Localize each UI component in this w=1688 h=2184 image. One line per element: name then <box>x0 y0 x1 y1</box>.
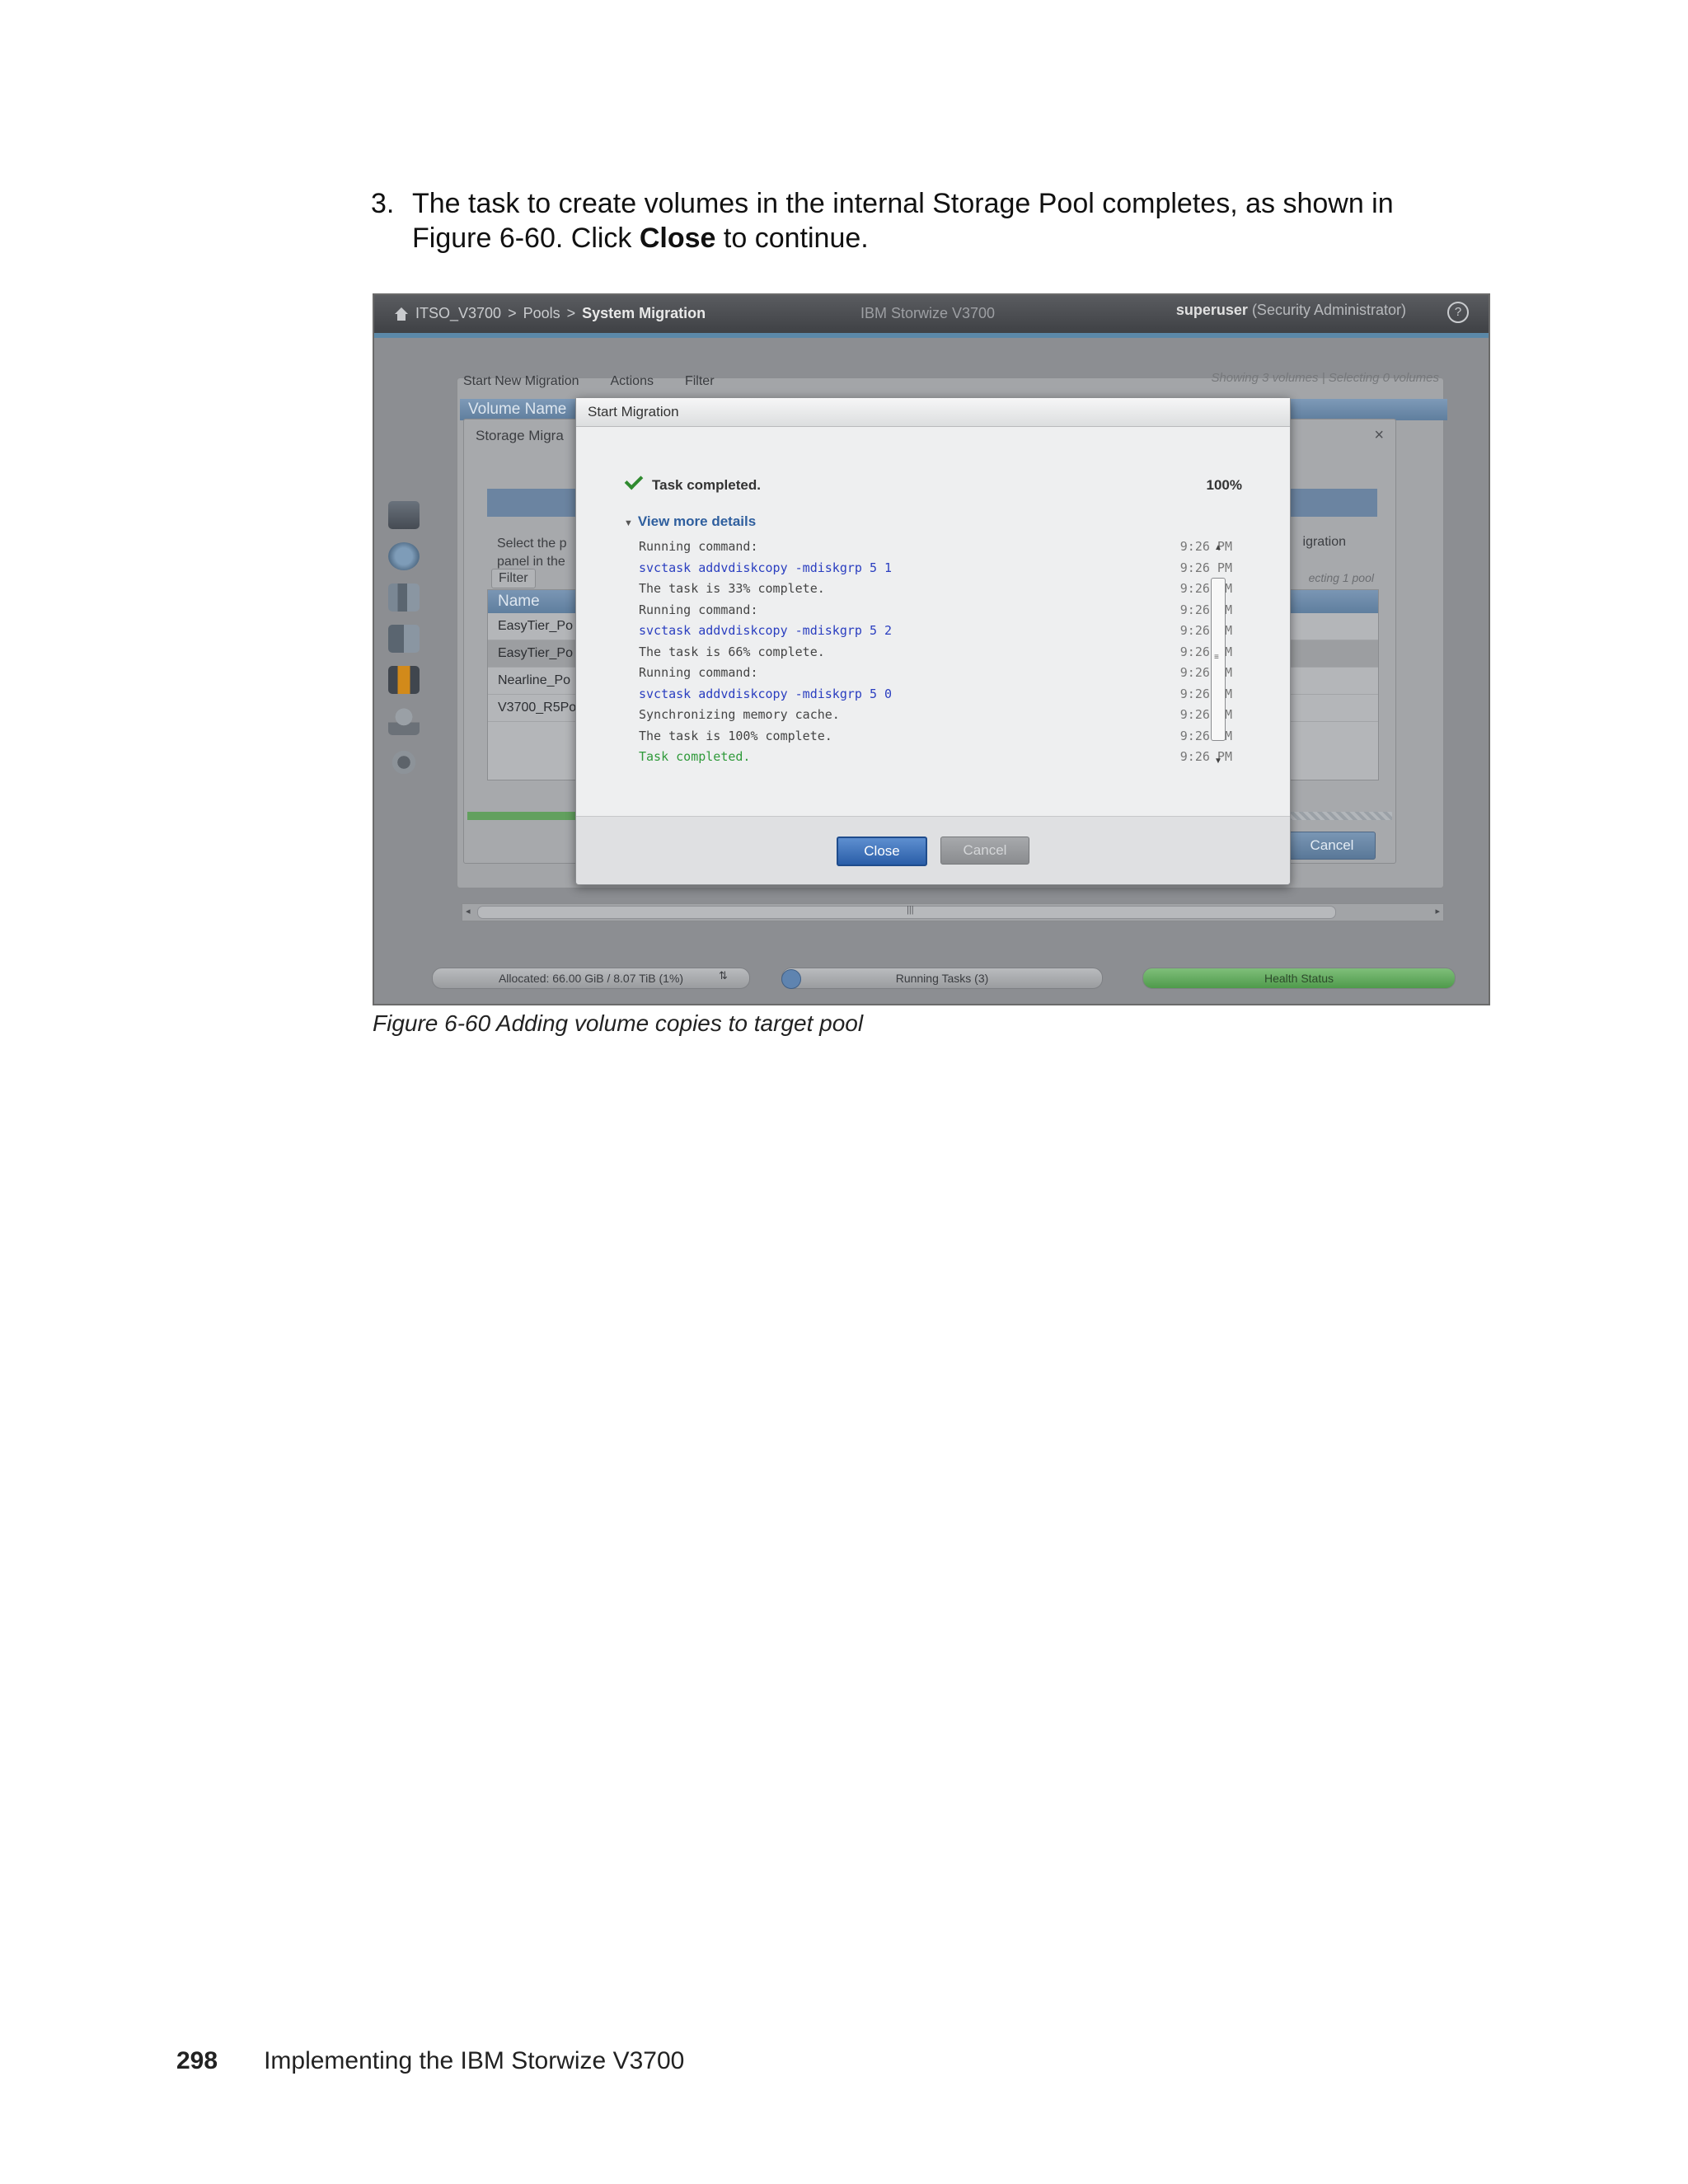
step-text: The task to create volumes in the intern… <box>412 186 1409 255</box>
product-name: IBM Storwize V3700 <box>860 305 996 321</box>
wizard-cancel-button[interactable]: Cancel <box>1288 832 1376 860</box>
pools-icon[interactable] <box>388 542 420 570</box>
health-status[interactable]: Health Status <box>1142 968 1456 989</box>
dialog-title: Start Migration <box>576 398 1290 427</box>
swap-arrows-icon[interactable]: ⇅ <box>719 969 728 982</box>
log-line: The task is 33% complete. 9:26 PM <box>639 579 1232 600</box>
home-icon[interactable] <box>394 307 409 321</box>
cancel-button[interactable]: Cancel <box>940 837 1029 865</box>
step-text-before: The task to create volumes in the intern… <box>412 188 1394 254</box>
log-message: svctask addvdiskcopy -mdiskgrp 5 2 <box>639 623 893 638</box>
running-tasks-status[interactable]: Running Tasks (3) <box>781 968 1103 989</box>
log-line: The task is 100% complete. 9:26 PM <box>639 726 1232 748</box>
close-button[interactable]: Close <box>837 837 927 866</box>
horizontal-scrollbar[interactable]: ◂ ||| ▸ <box>462 903 1444 921</box>
log-message: The task is 33% complete. <box>639 581 825 596</box>
log-line: svctask addvdiskcopy -mdiskgrp 5 2 9:26 P… <box>639 621 1232 642</box>
help-icon[interactable]: ? <box>1447 302 1469 323</box>
figure-caption: Figure 6-60 Adding volume copies to targ… <box>373 1010 864 1036</box>
breadcrumb-separator: > <box>566 305 576 321</box>
breadcrumb-current: System Migration <box>582 305 706 321</box>
volumes-icon[interactable] <box>388 583 420 612</box>
details-toggle-label: View more details <box>637 513 757 529</box>
user-role: (Security Administrator) <box>1251 302 1406 318</box>
grip-icon: ||| <box>907 905 914 915</box>
log-message: Running command: <box>639 665 758 680</box>
copy-services-icon[interactable] <box>388 666 420 694</box>
pool-selection-status: ecting 1 pool <box>1308 571 1374 584</box>
book-title: Implementing the IBM Storwize V3700 <box>264 2047 685 2074</box>
log-scroll-thumb[interactable]: ≡ <box>1211 578 1226 741</box>
step-text-after: to continue. <box>715 223 869 254</box>
breadcrumb-system[interactable]: ITSO_V3700 <box>415 305 501 322</box>
scroll-down-icon[interactable]: ▼ <box>1214 757 1222 766</box>
pool-filter-button[interactable]: Filter <box>491 569 536 588</box>
grip-icon: ≡ <box>1214 653 1219 662</box>
scroll-right-icon[interactable]: ▸ <box>1435 906 1440 916</box>
filter-button[interactable]: Filter <box>678 371 721 394</box>
log-line: Running command: 9:26 PM <box>639 663 1232 684</box>
log-line: Running command: 9:26 PM <box>639 537 1232 558</box>
log-scrollbar[interactable]: ▲ ≡ ▼ <box>1211 543 1226 766</box>
log-message: Running command: <box>639 602 758 617</box>
log-message: Synchronizing memory cache. <box>639 707 840 722</box>
log-message: svctask addvdiskcopy -mdiskgrp 5 0 <box>639 686 893 701</box>
allocated-status[interactable]: Allocated: 66.00 GiB / 8.07 TiB (1%) <box>432 968 750 989</box>
task-percent: 100% <box>1206 477 1242 493</box>
figure-screenshot: ITSO_V3700 > Pools > System Migration IB… <box>373 293 1490 1005</box>
actions-menu[interactable]: Actions <box>604 371 660 394</box>
step-emphasis: Close <box>639 223 716 254</box>
task-status: Task completed. <box>652 477 761 493</box>
log-line: Running command: 9:26 PM <box>639 600 1232 621</box>
monitoring-icon[interactable] <box>388 501 420 529</box>
triangle-down-icon: ▼ <box>624 518 633 528</box>
start-new-migration-button[interactable]: Start New Migration <box>457 371 586 394</box>
log-line: svctask addvdiskcopy -mdiskgrp 5 1 9:26 P… <box>639 558 1232 579</box>
storage-migration-title: Storage Migra <box>476 428 564 443</box>
scroll-thumb[interactable]: ||| <box>477 905 1336 919</box>
close-icon[interactable]: × <box>1374 426 1384 445</box>
select-instruction: Select the p panel in the <box>497 535 567 571</box>
checkmark-icon <box>624 471 644 490</box>
step-instruction: 3. The task to create volumes in the int… <box>371 186 1409 255</box>
page-footer: 298 Implementing the IBM Storwize V3700 <box>176 2047 684 2075</box>
user-name: superuser <box>1175 302 1248 318</box>
log-message: The task is 66% complete. <box>639 644 825 659</box>
breadcrumb-separator: > <box>508 305 517 321</box>
access-lock-icon[interactable] <box>388 707 420 735</box>
top-bar: ITSO_V3700 > Pools > System Migration IB… <box>374 295 1489 338</box>
command-log: Running command: 9:26 PM svctask addvdiskc… <box>639 537 1232 768</box>
start-migration-dialog: Start Migration Task completed. 100% ▼ Vi… <box>575 397 1291 885</box>
log-message: Running command: <box>639 539 758 554</box>
refresh-icon <box>781 969 801 989</box>
sidebar-nav <box>382 501 425 790</box>
select-instruction-line: Select the p <box>497 537 567 551</box>
breadcrumb-pools[interactable]: Pools <box>523 305 560 322</box>
log-line: The task is 66% complete. 9:26 PM <box>639 642 1232 663</box>
page-number: 298 <box>176 2047 218 2074</box>
log-message: The task is 100% complete. <box>639 728 832 743</box>
step-number: 3. <box>371 188 395 219</box>
log-line: Synchronizing memory cache. 9:26 PM <box>639 705 1232 726</box>
scroll-left-icon[interactable]: ◂ <box>466 906 471 916</box>
log-line: svctask addvdiskcopy -mdiskgrp 5 0 9:26 P… <box>639 684 1232 705</box>
log-message: svctask addvdiskcopy -mdiskgrp 5 1 <box>639 560 893 575</box>
selection-status: Showing 3 volumes | Selecting 0 volumes <box>1211 371 1439 385</box>
dialog-footer: Close Cancel <box>576 816 1290 884</box>
hosts-icon[interactable] <box>388 625 420 653</box>
breadcrumb: ITSO_V3700 > Pools > System Migration <box>394 305 706 322</box>
log-message: Task completed. <box>639 749 751 764</box>
scroll-up-icon[interactable]: ▲ <box>1214 543 1222 552</box>
wizard-progress-fill <box>467 812 583 820</box>
migration-label: igration <box>1302 535 1346 549</box>
migration-toolbar: Start New Migration Actions Filter <box>457 371 721 394</box>
log-line: Task completed. 9:26 PM <box>639 747 1232 768</box>
settings-gear-icon[interactable] <box>388 748 420 776</box>
topbar-accent <box>374 333 1489 338</box>
user-info[interactable]: superuser (Security Administrator) <box>1176 302 1406 319</box>
view-more-details-toggle[interactable]: ▼ View more details <box>624 513 756 530</box>
